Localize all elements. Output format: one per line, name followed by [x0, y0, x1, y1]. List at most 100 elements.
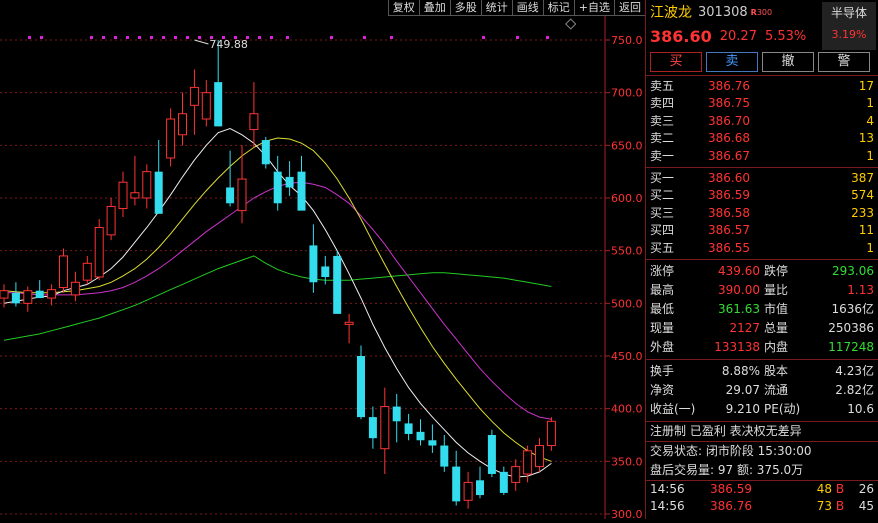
marker-dot	[162, 36, 165, 39]
candle-body	[214, 82, 223, 127]
stock-name: 江波龙	[650, 5, 692, 21]
y-tick-label: 400.0	[611, 403, 643, 416]
y-tick-label: 650.0	[611, 139, 643, 152]
sector-box[interactable]: 半导体 3.19%	[822, 2, 876, 50]
candle-body	[70, 281, 80, 296]
marker-dot	[390, 36, 393, 39]
marker-dot	[174, 36, 177, 39]
candle-body	[344, 321, 354, 325]
marker-dot	[198, 36, 201, 39]
alert-button[interactable]: 警	[818, 52, 870, 72]
candle-body	[106, 205, 116, 236]
y-tick-label: 300.0	[611, 508, 643, 519]
marker-dot	[270, 36, 273, 39]
statistics-button[interactable]: 统计	[480, 0, 512, 16]
kline-svg[interactable]: 750.0 700.0 650.0 600.0 550.0 500.0 450.0 400.0…	[0, 0, 645, 521]
candle-body	[380, 406, 390, 450]
restore-rights-button[interactable]: 复权	[387, 0, 419, 16]
candle-body	[0, 290, 9, 299]
candle-body	[23, 290, 33, 304]
ask-row[interactable]: 卖五 386.76 17	[650, 78, 874, 95]
marker-dot	[126, 36, 129, 39]
after-hours-volume: 盘后交易量: 97 额: 375.0万	[650, 462, 804, 477]
tick-list[interactable]: 14:56 386.59 48 B 26 14:56 386.76 73 B 45	[646, 481, 878, 515]
stock-code: 301308	[698, 4, 748, 20]
back-button[interactable]: 返回	[614, 0, 645, 16]
candle-body	[476, 480, 484, 496]
sector-name: 半导体	[830, 6, 867, 20]
marker-dot	[40, 36, 43, 39]
stats-row: 最高 390.00 量比 1.13	[650, 282, 874, 297]
candle-body	[511, 466, 521, 483]
withdraw-button[interactable]: 撤	[762, 52, 814, 72]
fundamentals-row: 收益(一) 9.210 PE(动) 10.6	[650, 401, 874, 416]
fundamentals-grid: 换手 8.88% 股本 4.23亿 净资 29.07 流通 2.82亿 收益(一) 9.210…	[646, 360, 878, 422]
ask-book: 卖五 386.76 17 卖四 386.75 1 卖三 386.70 4 卖二 386.68 1…	[646, 76, 878, 168]
candle-body	[487, 435, 496, 474]
bid-row[interactable]: 买四 386.57 11	[650, 222, 874, 239]
tick-row: 14:56 386.59 48 B 26	[650, 481, 874, 496]
marker-dot	[546, 36, 549, 39]
marker-dot	[186, 36, 189, 39]
bid-row[interactable]: 买三 386.58 233	[650, 205, 874, 222]
ask-row[interactable]: 卖三 386.70 4	[650, 113, 874, 130]
multi-stock-button[interactable]: 多股	[449, 0, 481, 16]
buy-button[interactable]: 买	[650, 52, 702, 72]
mark-button[interactable]: 标记	[542, 0, 574, 16]
y-tick-label: 700.0	[611, 87, 643, 100]
stats-grid: 涨停 439.60 跌停 293.06 最高 390.00 量比 1.13 最低 361.63…	[646, 260, 878, 360]
candle-body	[249, 113, 259, 131]
candle-body	[47, 289, 57, 299]
candle-body	[357, 356, 365, 418]
candle-body	[11, 292, 20, 304]
tick-row: 14:56 386.76 73 B 45	[650, 498, 874, 513]
candle-body	[94, 226, 104, 278]
candle-body	[416, 431, 425, 441]
marker-dot	[28, 36, 31, 39]
trade-state: 交易状态: 闭市阶段 15:30:00	[650, 443, 812, 458]
y-tick-label: 550.0	[611, 245, 643, 258]
quote-panel: 江波龙 301308 R300 半导体 3.19% 386.60 20.27 5…	[645, 0, 878, 519]
candle-body	[546, 420, 556, 447]
price-change: 20.27	[719, 28, 757, 44]
ask-row[interactable]: 卖二 386.68 13	[650, 130, 874, 147]
marker-dot	[482, 36, 485, 39]
high-annotation: 749.88	[209, 38, 248, 51]
candle-body	[261, 140, 270, 165]
fundamentals-row: 换手 8.88% 股本 4.23亿	[650, 363, 874, 378]
candle-body	[178, 113, 187, 136]
ask-row[interactable]: 卖四 386.75 1	[650, 95, 874, 112]
bid-row[interactable]: 买一 386.60 387	[650, 170, 874, 187]
marker-dot	[90, 36, 93, 39]
overlay-button[interactable]: 叠加	[418, 0, 450, 16]
candle-body	[130, 192, 140, 199]
marker-dot	[258, 36, 261, 39]
candle-body	[333, 255, 342, 314]
marker-dot	[138, 36, 141, 39]
draw-line-button[interactable]: 画线	[511, 0, 543, 16]
status-section: 注册制 已盈利 表决权无差异	[646, 422, 878, 442]
y-tick-label: 450.0	[611, 350, 643, 363]
add-watchlist-button[interactable]: +自选	[573, 0, 614, 16]
status-tags: 注册制 已盈利 表决权无差异	[650, 423, 802, 438]
kline-chart[interactable]: 750.0 700.0 650.0 600.0 550.0 500.0 450.0 400.0…	[0, 0, 645, 521]
candle-body	[404, 423, 413, 434]
candle-body	[118, 181, 128, 210]
bid-row[interactable]: 买二 386.59 574	[650, 187, 874, 204]
candle-body	[368, 417, 377, 439]
ma-line-magenta	[4, 181, 552, 420]
candle-body	[392, 406, 401, 422]
candle-body	[142, 171, 152, 199]
stats-row: 外盘 133138 内盘 117248	[650, 339, 874, 354]
chart-toolbar: 复权 叠加 多股 统计 画线 标记 +自选 返回	[387, 0, 645, 16]
candle-body	[535, 445, 544, 468]
ask-row[interactable]: 卖一 386.67 1	[650, 148, 874, 165]
candle-body	[285, 176, 294, 188]
collapse-icon	[565, 18, 577, 30]
stats-row: 现量 2127 总量 250386	[650, 320, 874, 335]
y-tick-label: 350.0	[611, 455, 643, 468]
sell-button[interactable]: 卖	[706, 52, 758, 72]
candle-body	[428, 440, 437, 446]
bid-row[interactable]: 买五 386.55 1	[650, 240, 874, 257]
candle-body	[440, 445, 449, 467]
